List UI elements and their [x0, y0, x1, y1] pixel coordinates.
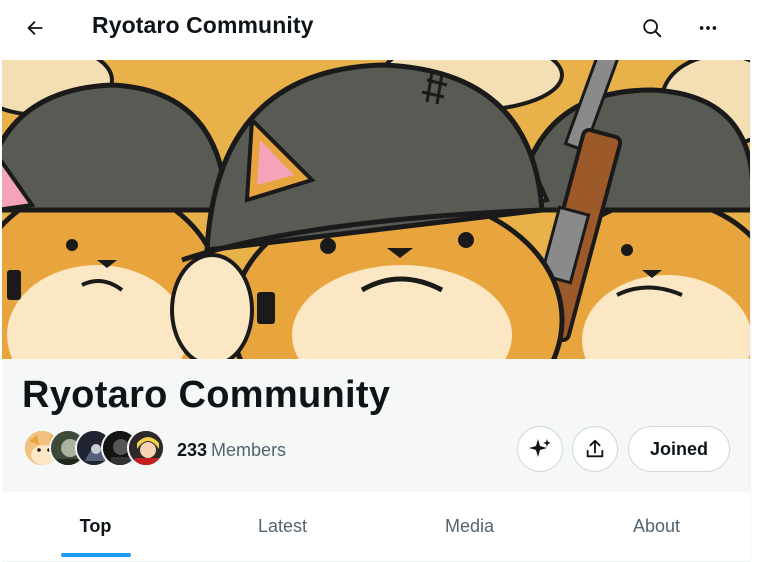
search-button[interactable]	[632, 8, 672, 48]
tab-about[interactable]: About	[563, 492, 750, 561]
member-avatars[interactable]	[23, 429, 165, 469]
tab-top[interactable]: Top	[2, 492, 189, 561]
member-count[interactable]: 233 Members	[177, 440, 286, 461]
tab-label: About	[632, 516, 681, 536]
tab-label: Latest	[257, 516, 308, 536]
top-bar: Ryotaro Community	[0, 0, 751, 58]
grok-summary-button[interactable]	[517, 426, 563, 472]
share-button[interactable]	[572, 426, 618, 472]
member-count-value: 233	[177, 440, 208, 460]
joined-button[interactable]: Joined	[628, 426, 730, 472]
arrow-left-icon	[27, 20, 43, 36]
tab-media[interactable]: Media	[376, 492, 563, 561]
banner-illustration	[2, 60, 750, 359]
community-banner[interactable]	[2, 60, 750, 359]
tab-latest[interactable]: Latest	[189, 492, 376, 561]
community-page: Ryotaro Community Ryotaro Community 233 …	[0, 0, 751, 562]
avatar[interactable]	[127, 429, 165, 467]
community-tabs: Top Latest Media About	[2, 492, 750, 562]
tab-label: Media	[444, 516, 495, 536]
sparkle-icon	[529, 439, 551, 457]
member-count-label: Members	[211, 440, 287, 460]
share-icon	[586, 439, 604, 458]
page-title: Ryotaro Community	[92, 12, 314, 38]
more-horizontal-icon	[699, 26, 717, 30]
more-button[interactable]	[688, 8, 728, 48]
search-icon	[643, 19, 662, 38]
community-info: Ryotaro Community 233 Members Joined	[2, 359, 750, 492]
active-tab-indicator	[60, 553, 131, 557]
tab-label: Top	[79, 516, 112, 536]
community-name: Ryotaro Community	[22, 374, 391, 416]
back-button[interactable]	[15, 8, 55, 48]
